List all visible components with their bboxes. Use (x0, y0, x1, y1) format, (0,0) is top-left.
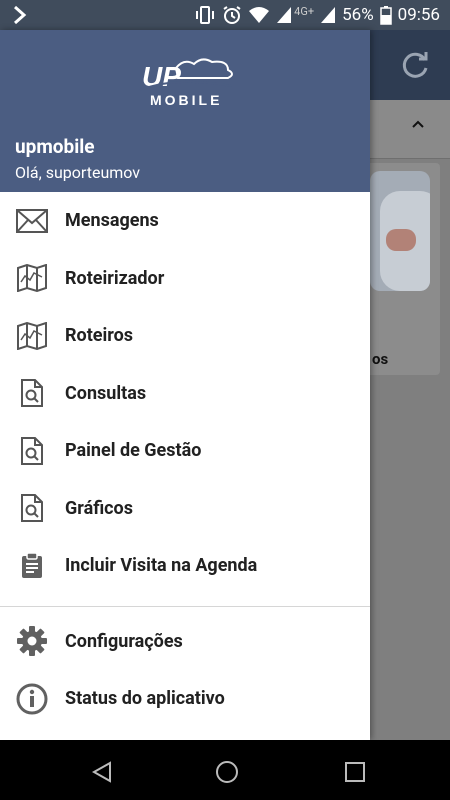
system-nav-bar (0, 740, 450, 800)
battery-percent: 56% (342, 5, 374, 25)
menu-item-incluir-visita[interactable]: Incluir Visita na Agenda (0, 537, 370, 595)
card-label: os (372, 350, 389, 368)
menu-item-configuracoes[interactable]: Configurações (0, 613, 370, 671)
menu-item-mensagens[interactable]: Mensagens (0, 192, 370, 250)
battery-icon (379, 6, 392, 25)
collapsible-header[interactable] (370, 100, 450, 159)
menu-item-roteiros[interactable]: Roteiros (0, 307, 370, 365)
info-icon (16, 683, 48, 715)
menu-item-label: Status do aplicativo (65, 688, 225, 710)
signal-icon (277, 7, 292, 23)
content-card[interactable]: os (360, 163, 440, 375)
status-bar: 4G+ 56% 09:56 (0, 0, 450, 30)
menu-item-graficos[interactable]: Gráficos (0, 480, 370, 538)
network-type-label: 4G+ (294, 4, 315, 18)
document-search-icon (16, 377, 48, 409)
menu-item-label: Painel de Gestão (65, 440, 202, 462)
menu-item-label: Configurações (65, 630, 183, 652)
home-icon[interactable] (215, 760, 239, 784)
signal-icon (321, 7, 336, 23)
map-icon (16, 320, 48, 352)
wifi-icon (249, 7, 270, 23)
menu-divider (0, 605, 370, 607)
chevron-up-icon[interactable] (412, 120, 424, 128)
menu-item-label: Incluir Visita na Agenda (65, 555, 258, 577)
menu-item-label: Roteiros (65, 325, 133, 347)
menu-item-consultas[interactable]: Consultas (0, 365, 370, 423)
chevron-right-icon (14, 5, 27, 25)
alarm-icon (223, 6, 241, 24)
user-greeting: Olá, suporteumov (15, 163, 141, 182)
map-icon (16, 262, 48, 294)
drawer-header: UP MOBILE upmobile Olá, suporteumov (0, 30, 370, 192)
card-image (370, 171, 430, 291)
clock: 09:56 (397, 5, 440, 25)
svg-text:MOBILE: MOBILE (150, 92, 222, 108)
menu-item-status-do-aplicativo[interactable]: Status do aplicativo (0, 670, 370, 728)
menu-item-roteirizador[interactable]: Roteirizador (0, 250, 370, 308)
clipboard-icon (16, 550, 48, 582)
back-icon[interactable] (90, 760, 114, 784)
upmobile-logo: UP MOBILE (139, 58, 233, 108)
menu-item-label: Roteirizador (65, 267, 165, 289)
refresh-icon[interactable] (398, 48, 432, 82)
menu-item-painel-de-gestao[interactable]: Painel de Gestão (0, 422, 370, 480)
drawer-menu: Mensagens Roteirizador Roteiros Consulta… (0, 192, 370, 728)
recents-icon[interactable] (343, 760, 367, 784)
menu-item-label: Consultas (65, 382, 147, 404)
menu-item-label: Gráficos (65, 497, 133, 519)
menu-item-label: Mensagens (65, 210, 159, 232)
vibrate-icon (196, 6, 215, 24)
document-search-icon (16, 435, 48, 467)
user-name: upmobile (15, 135, 95, 158)
navigation-drawer: UP MOBILE upmobile Olá, suporteumov Mens… (0, 30, 370, 740)
mail-icon (16, 205, 48, 237)
document-search-icon (16, 492, 48, 524)
gear-icon (16, 625, 48, 657)
